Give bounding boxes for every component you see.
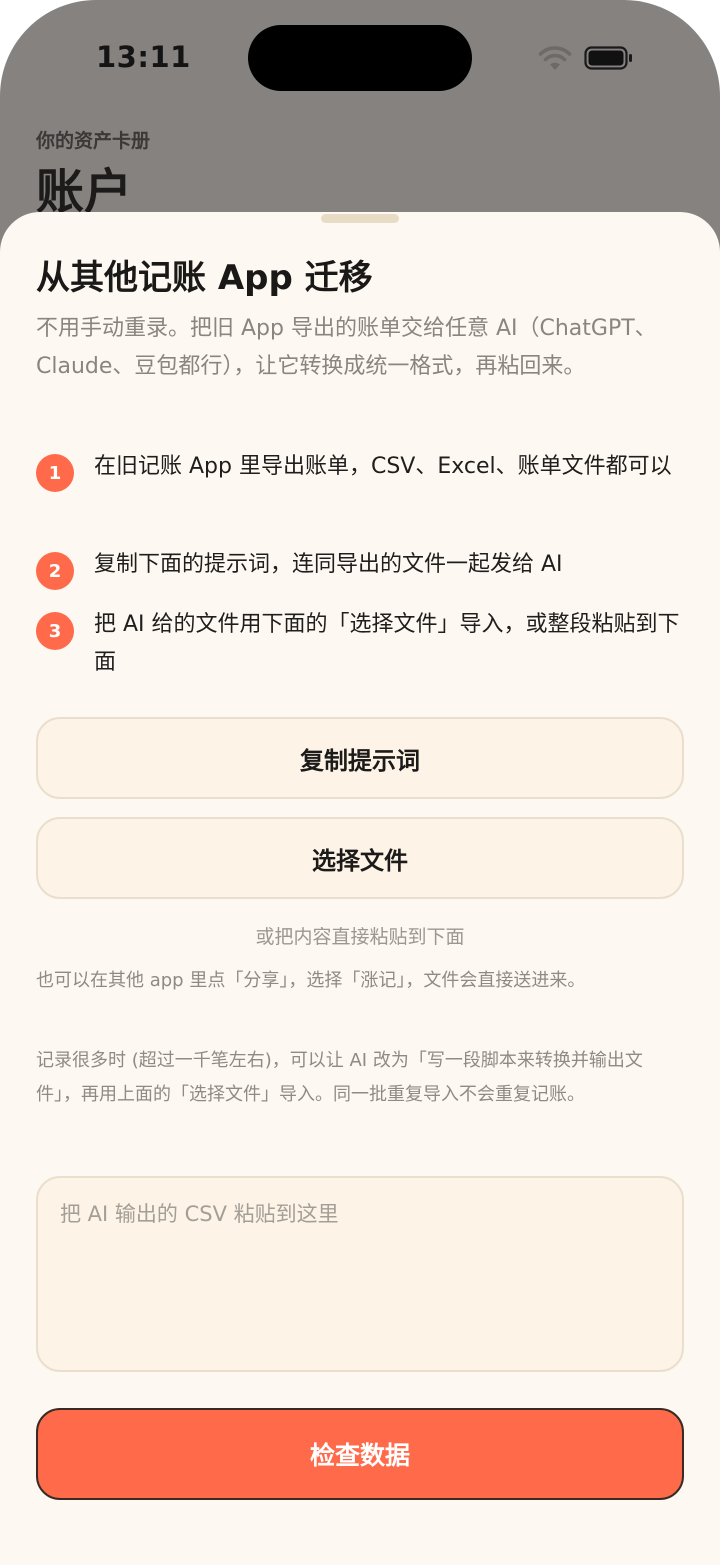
check-data-button[interactable]: 检查数据 (36, 1408, 684, 1500)
paste-hint: 或把内容直接粘贴到下面 (255, 926, 465, 948)
status-time: 13:11 (96, 40, 191, 74)
csv-paste-area[interactable] (36, 1176, 684, 1372)
migration-sheet: 从其他记账 App 迁移 不用手动重录。把旧 App 导出的账单交给任意 AI（… (0, 212, 720, 1565)
background-subtitle: 你的资产卡册 (36, 130, 151, 152)
large-records-note: 记录很多时 (超过一千笔左右)，可以让 AI 改为「写一段脚本来转换并输出文件」… (36, 1050, 643, 1105)
step-text: 在旧记账 App 里导出账单，CSV、Excel、账单文件都可以 (94, 454, 672, 479)
step-number-badge: 1 (36, 454, 74, 492)
csv-paste-input[interactable] (38, 1178, 682, 1370)
wifi-icon (538, 46, 572, 70)
sheet-grabber[interactable] (321, 214, 399, 223)
step-number-badge: 2 (36, 552, 74, 590)
step-text: 复制下面的提示词，连同导出的文件一起发给 AI (94, 552, 563, 577)
intro-text: 不用手动重录。把旧 App 导出的账单交给任意 AI（ChatGPT、Claud… (36, 316, 657, 379)
battery-icon (584, 46, 632, 70)
dynamic-island (248, 25, 472, 91)
step-number-badge: 3 (36, 612, 74, 650)
share-note: 也可以在其他 app 里点「分享」，选择「涨记」，文件会直接送进来。 (36, 970, 586, 991)
step-text: 把 AI 给的文件用下面的「选择文件」导入，或整段粘贴到下面 (94, 612, 680, 675)
copy-prompt-button[interactable]: 复制提示词 (36, 717, 684, 799)
sheet-title: 从其他记账 App 迁移 (36, 258, 373, 298)
choose-file-button[interactable]: 选择文件 (36, 817, 684, 899)
device-screen: 13:11 你的资产卡册 账户 从其他记账 App 迁移 不用手动重录。把旧 A… (0, 0, 720, 1565)
